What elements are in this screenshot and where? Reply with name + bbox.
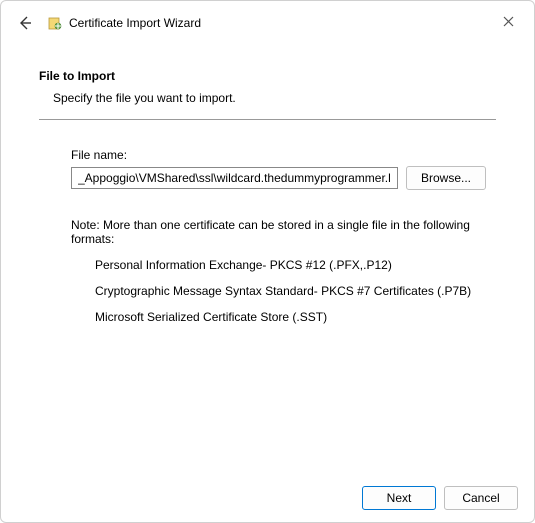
file-field-block: File name: Browse... — [39, 148, 496, 190]
next-button[interactable]: Next — [362, 486, 436, 510]
file-name-input[interactable] — [71, 167, 398, 189]
cancel-button[interactable]: Cancel — [444, 486, 518, 510]
page-heading: File to Import — [39, 69, 496, 83]
page-subheading: Specify the file you want to import. — [39, 91, 496, 105]
separator — [39, 119, 496, 120]
close-button[interactable] — [490, 7, 526, 35]
back-button[interactable] — [13, 11, 37, 35]
note-item: Microsoft Serialized Certificate Store (… — [95, 310, 486, 324]
certificate-wizard-icon — [47, 15, 63, 31]
note-intro: Note: More than one certificate can be s… — [71, 218, 486, 246]
wizard-footer: Next Cancel — [362, 486, 518, 510]
titlebar: Certificate Import Wizard — [1, 1, 534, 45]
note-list: Personal Information Exchange- PKCS #12 … — [71, 258, 486, 324]
note-item: Personal Information Exchange- PKCS #12 … — [95, 258, 486, 272]
close-icon — [503, 16, 514, 27]
arrow-left-icon — [17, 15, 33, 31]
window-title: Certificate Import Wizard — [69, 16, 201, 30]
browse-button[interactable]: Browse... — [406, 166, 486, 190]
note-item: Cryptographic Message Syntax Standard- P… — [95, 284, 486, 298]
wizard-content: File to Import Specify the file you want… — [1, 45, 534, 324]
file-row: Browse... — [71, 166, 486, 190]
file-name-label: File name: — [71, 148, 486, 162]
note-block: Note: More than one certificate can be s… — [39, 218, 496, 324]
